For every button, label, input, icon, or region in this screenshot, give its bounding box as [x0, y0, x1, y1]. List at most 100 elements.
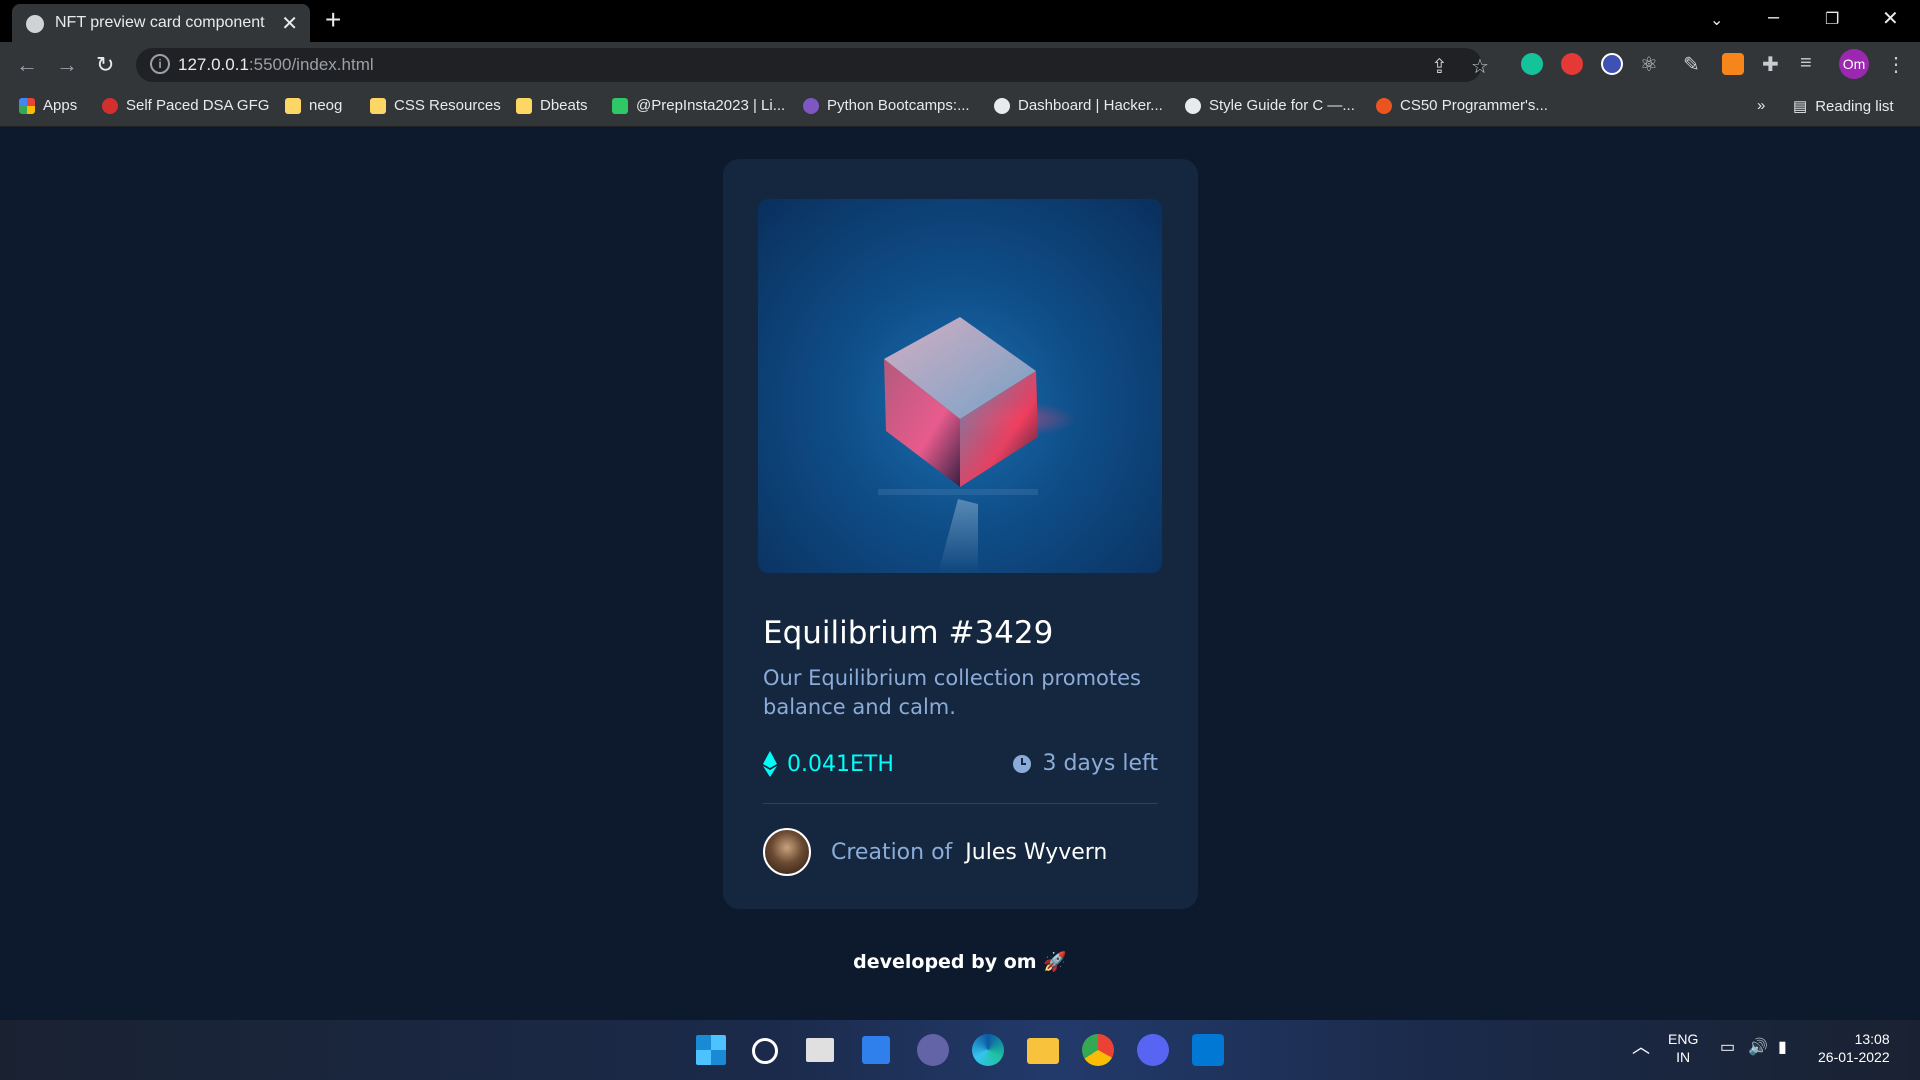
start-windows-icon[interactable] [696, 1035, 726, 1065]
grammarly-extension-icon[interactable] [1521, 53, 1543, 75]
extensions-puzzle-icon[interactable]: ✚ [1762, 52, 1779, 77]
restore-icon[interactable]: ❐ [1825, 9, 1839, 29]
react-devtools-icon[interactable]: ⚛ [1640, 52, 1658, 77]
new-tab-button[interactable]: + [325, 4, 341, 36]
ethereum-icon [763, 751, 777, 777]
folder-icon [285, 97, 301, 114]
creator-avatar [763, 828, 811, 876]
creator-name-link[interactable]: Jules Wyvern [965, 840, 1107, 865]
clock-icon [1013, 754, 1032, 773]
lang-code: ENG [1668, 1031, 1699, 1047]
card-divider [763, 803, 1158, 804]
url-text[interactable]: 127.0.0.1:5500/index.html [178, 55, 374, 75]
bookmark-label: neog [309, 97, 343, 114]
blocker-extension-icon[interactable] [1601, 53, 1623, 75]
volume-icon[interactable]: 🔊 [1748, 1039, 1768, 1057]
pen-extension-icon[interactable]: ✎ [1683, 52, 1700, 77]
bookmark-label: Self Paced DSA GFG [126, 97, 270, 114]
footer-credit: developed by om 🚀 [853, 951, 1067, 973]
browser-titlebar: NFT preview card component ✕ + ⌄ – ❐ ✕ [0, 0, 1920, 42]
site-info-icon[interactable]: i [150, 54, 170, 74]
share-icon[interactable]: ⇪ [1431, 54, 1448, 79]
bookmark-dbeats[interactable]: Dbeats [516, 97, 588, 114]
file-explorer-icon[interactable] [1027, 1038, 1059, 1064]
clock-date-text: 26-01-2022 [1818, 1049, 1890, 1065]
nft-title[interactable]: Equilibrium #3429 [763, 615, 1053, 651]
menu-kebab-icon[interactable]: ⋮ [1886, 52, 1906, 77]
bookmark-css-resources[interactable]: CSS Resources [370, 97, 501, 114]
vscode-icon[interactable] [1192, 1034, 1224, 1066]
reading-list-label: Reading list [1815, 97, 1894, 115]
forward-icon[interactable]: → [56, 52, 78, 78]
metamask-extension-icon[interactable] [1722, 53, 1744, 75]
bookmark-hackerrank[interactable]: Dashboard | Hacker... [994, 97, 1163, 114]
tab-favicon-icon [26, 15, 44, 33]
task-view-icon[interactable] [806, 1038, 834, 1062]
bookmark-label: CS50 Programmer's... [1400, 97, 1548, 114]
bookmark-prepinsta[interactable]: @PrepInsta2023 | Li... [612, 97, 785, 114]
back-icon[interactable]: ← [16, 52, 38, 78]
nft-description: Our Equilibrium collection promotes bala… [763, 666, 1141, 719]
language-indicator[interactable]: ENG IN [1668, 1030, 1698, 1066]
browser-tab[interactable]: NFT preview card component ✕ [12, 4, 310, 42]
folder-icon [370, 97, 386, 114]
prepinsta-icon [612, 97, 628, 114]
bookmark-label: CSS Resources [394, 97, 501, 114]
network-icon[interactable]: ▭ [1720, 1039, 1735, 1057]
tab-search-icon[interactable]: ⌄ [1710, 10, 1723, 30]
search-icon[interactable] [752, 1038, 778, 1064]
bookmark-neog[interactable]: neog [285, 97, 342, 114]
clock-time: 13:08 [1854, 1031, 1890, 1047]
bookmark-apps[interactable]: Apps [19, 97, 77, 114]
bookmark-cs50[interactable]: CS50 Programmer's... [1376, 97, 1548, 114]
bookmark-style-guide-c[interactable]: Style Guide for C —... [1185, 97, 1355, 114]
teams-chat-icon[interactable] [917, 1034, 949, 1066]
apps-grid-icon [19, 97, 35, 114]
bookmark-dsa-gfg[interactable]: Self Paced DSA GFG [102, 97, 269, 114]
tab-title: NFT preview card component [55, 14, 265, 31]
creator-prefix: Creation of [831, 839, 953, 865]
bookmark-label: Apps [43, 97, 78, 114]
tab-close-icon[interactable]: ✕ [281, 11, 298, 36]
folder-icon [516, 97, 532, 114]
bookmark-label: Style Guide for C —... [1209, 97, 1355, 114]
media-control-icon[interactable]: ≡ [1800, 52, 1812, 75]
globe-icon [1185, 97, 1201, 114]
time-left-value: 3 days left [1042, 751, 1158, 776]
chrome-icon[interactable] [1082, 1034, 1114, 1066]
battery-icon[interactable]: ▮ [1778, 1039, 1787, 1057]
discord-icon[interactable] [1137, 1034, 1169, 1066]
globe-icon [994, 97, 1010, 114]
ubuntu-icon [1376, 97, 1392, 114]
bookmark-label: Dashboard | Hacker... [1018, 97, 1163, 114]
os-taskbar: ︿ ENG IN ▭ 🔊 ▮ 13:08 26-01-2022 [0, 1020, 1920, 1080]
browser-toolbar: ← → ↻ i 127.0.0.1:5500/index.html ⇪ ☆ ⚛ … [0, 42, 1920, 88]
profile-avatar[interactable]: Om [1839, 49, 1869, 79]
bookmarks-bar: Apps Self Paced DSA GFG neog CSS Resourc… [0, 88, 1920, 127]
close-window-icon[interactable]: ✕ [1882, 6, 1899, 31]
edge-browser-icon[interactable] [972, 1034, 1004, 1066]
bookmark-label: @PrepInsta2023 | Li... [636, 97, 786, 114]
gmail-icon [102, 97, 118, 114]
bookmark-label: Python Bootcamps:... [827, 97, 970, 114]
price-value: 0.041ETH [787, 751, 894, 777]
lang-region: IN [1676, 1049, 1691, 1065]
tray-overflow-icon[interactable]: ︿ [1632, 1038, 1650, 1056]
cube-illustration [878, 317, 1078, 573]
bookmark-label: Dbeats [540, 97, 588, 114]
minimize-icon[interactable]: – [1768, 6, 1779, 29]
nft-price: 0.041ETH [763, 751, 894, 777]
creator-row: Creation of Jules Wyvern [763, 828, 1107, 876]
bookmark-star-icon[interactable]: ☆ [1471, 54, 1489, 79]
bookmarks-overflow-button[interactable]: » [1757, 97, 1765, 114]
reading-list-button[interactable]: ▤ Reading list [1793, 97, 1894, 116]
nft-image[interactable] [758, 199, 1162, 573]
reload-icon[interactable]: ↻ [96, 52, 114, 78]
widgets-icon[interactable] [862, 1036, 890, 1064]
nft-time-left: 3 days left [1012, 751, 1158, 776]
clock-date[interactable]: 13:08 26-01-2022 [1818, 1030, 1890, 1066]
udemy-icon [803, 97, 819, 114]
address-bar[interactable]: i 127.0.0.1:5500/index.html ⇪ ☆ [136, 48, 1489, 82]
adblock-extension-icon[interactable] [1561, 53, 1583, 75]
bookmark-python-bootcamps[interactable]: Python Bootcamps:... [803, 97, 970, 114]
